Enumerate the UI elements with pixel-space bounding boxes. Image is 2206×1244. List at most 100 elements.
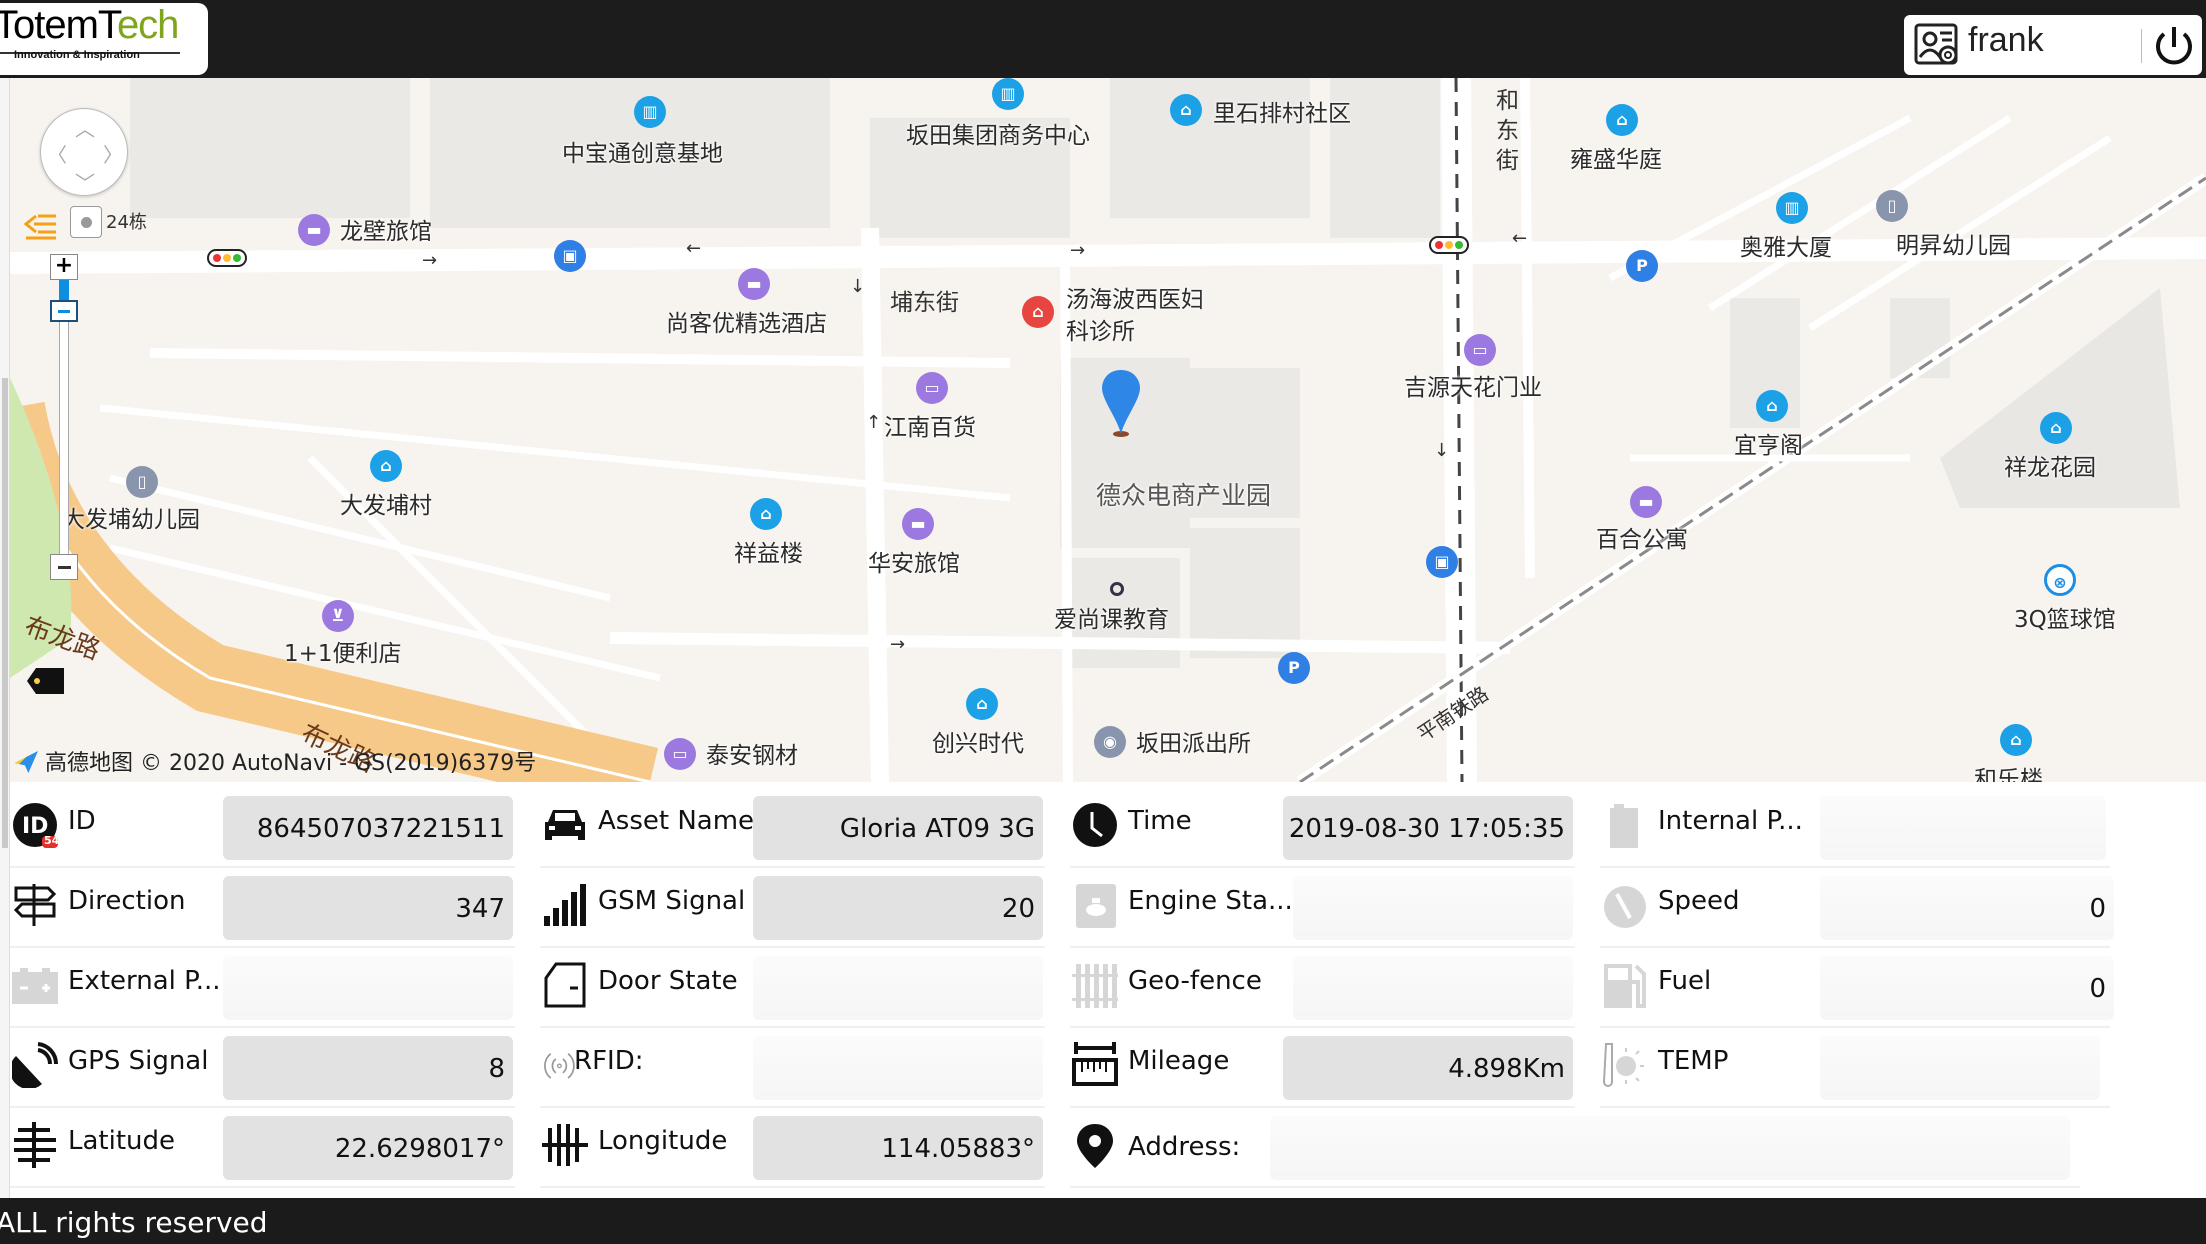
poi-label[interactable]: 百合公寓: [1596, 520, 1688, 554]
shopping-icon[interactable]: ▭: [916, 372, 948, 404]
poi-label[interactable]: 1+1便利店: [284, 634, 402, 668]
field-label: TEMP: [1658, 1046, 1729, 1076]
hotel-icon[interactable]: ▬: [298, 214, 330, 246]
poi-label[interactable]: 祥益楼: [734, 534, 803, 568]
pan-down-icon[interactable]: ﹀: [75, 167, 95, 196]
dot-icon[interactable]: [1110, 582, 1124, 596]
road-label: 和东街: [1496, 88, 1519, 174]
poi-label[interactable]: 宜亨阁: [1734, 426, 1803, 460]
police-icon[interactable]: ◉: [1094, 726, 1126, 758]
hotel-icon[interactable]: ▬: [1630, 486, 1662, 518]
poi-label[interactable]: 汤海波西医妇科诊所: [1066, 284, 1216, 348]
field-row-geo-fence: Geo-fence: [1070, 948, 1575, 1028]
username[interactable]: frank: [1968, 21, 2044, 60]
pan-up-icon[interactable]: ︿: [75, 113, 95, 142]
parking-icon[interactable]: P: [1626, 250, 1658, 282]
id-badge: 54: [44, 834, 60, 847]
power-icon[interactable]: [2149, 21, 2199, 71]
pan-control[interactable]: ︿ ﹀ 〈 〉: [40, 108, 128, 196]
bus-stop-icon[interactable]: ▣: [1426, 546, 1458, 578]
residential-icon[interactable]: ⌂: [1170, 94, 1202, 126]
scrollbar-thumb[interactable]: [2, 378, 8, 848]
poi-label[interactable]: 江南百货: [884, 408, 976, 442]
zoom-slider-handle[interactable]: [50, 300, 78, 322]
residential-icon[interactable]: ⌂: [1606, 104, 1638, 136]
fence-icon: [1072, 964, 1118, 1008]
bus-stop-icon[interactable]: ▣: [554, 240, 586, 272]
kindergarten-icon[interactable]: ▯: [1876, 190, 1908, 222]
field-value-direction: 347: [223, 876, 513, 940]
field-label: Speed: [1658, 886, 1740, 916]
shop-icon[interactable]: ▭: [664, 738, 696, 770]
poi-label[interactable]: 坂田集团商务中心: [906, 116, 1090, 150]
poi-label[interactable]: 德众电商产业园: [1096, 476, 1271, 512]
logo[interactable]: TotemTech Innovation & Inspiration: [0, 3, 208, 75]
residential-icon[interactable]: ⌂: [370, 450, 402, 482]
kindergarten-icon[interactable]: ▯: [126, 466, 158, 498]
basketball-icon[interactable]: ⊗: [2044, 564, 2076, 596]
residential-icon[interactable]: ⌂: [2040, 412, 2072, 444]
pan-right-icon[interactable]: 〉: [103, 139, 123, 168]
hotel-icon[interactable]: ▬: [902, 508, 934, 540]
direction-arrow: ↓: [1434, 440, 1450, 461]
poi-label[interactable]: 创兴时代: [932, 724, 1024, 758]
poi-label[interactable]: 和乐楼: [1974, 760, 2043, 782]
poi-label[interactable]: 华安旅馆: [868, 544, 960, 578]
direction-arrow: →: [890, 634, 906, 655]
attribution-brand[interactable]: 高德地图: [45, 751, 133, 776]
hotel-icon[interactable]: ▬: [738, 268, 770, 300]
residential-icon[interactable]: ⌂: [2000, 724, 2032, 756]
poi-label[interactable]: 泰安钢材: [706, 736, 798, 770]
poi-label[interactable]: 大发埔村: [340, 486, 432, 520]
poi-label[interactable]: 吉源天花门业: [1404, 368, 1542, 402]
zoom-out-button[interactable]: [50, 554, 78, 580]
residential-icon[interactable]: ⌂: [750, 498, 782, 530]
poi-label[interactable]: 龙壁旅馆: [340, 212, 432, 246]
page-scrollbar[interactable]: [0, 78, 10, 1198]
field-value-asset-name: Gloria AT09 3G: [753, 796, 1043, 860]
poi-label[interactable]: 3Q篮球馆: [2014, 600, 2116, 634]
building-icon[interactable]: ▥: [634, 96, 666, 128]
field-row-temp: TEMP: [1600, 1028, 2110, 1108]
field-value-external-power: [223, 956, 513, 1020]
parking-icon[interactable]: P: [1278, 652, 1310, 684]
car-battery-icon: [12, 968, 58, 1004]
cart-icon[interactable]: ⊻: [322, 600, 354, 632]
poi-label[interactable]: 坂田派出所: [1136, 724, 1251, 758]
poi-label[interactable]: 雍盛华庭: [1570, 140, 1662, 174]
collapse-menu-icon[interactable]: [22, 206, 60, 242]
ruler-icon: [1072, 1042, 1118, 1086]
field-label: Mileage: [1128, 1046, 1230, 1076]
field-label: GSM Signal: [598, 886, 746, 916]
building-icon[interactable]: ▥: [1776, 192, 1808, 224]
poi-label[interactable]: 尚客优精选酒店: [666, 304, 827, 338]
poi-label[interactable]: 祥龙花园: [2004, 448, 2096, 482]
field-value-gsm-signal: 20: [753, 876, 1043, 940]
shop-icon[interactable]: ▭: [1464, 334, 1496, 366]
user-settings-icon[interactable]: [1914, 23, 1962, 67]
poi-label[interactable]: 明昇幼儿园: [1896, 226, 2011, 260]
asset-info-panel: ID 54 ID 864507037221511 Asset Name Glor…: [10, 782, 2206, 1198]
field-row-longitude: Longitude 114.05883°: [540, 1108, 1045, 1188]
field-row-asset-name: Asset Name Gloria AT09 3G: [540, 788, 1045, 868]
clinic-icon[interactable]: ⌂: [1022, 296, 1054, 328]
poi-label[interactable]: 中宝通创意基地: [562, 134, 723, 168]
speedometer-icon: [1604, 886, 1646, 928]
poi-label[interactable]: 爱尚课教育: [1054, 600, 1169, 634]
residential-icon[interactable]: ⌂: [966, 688, 998, 720]
building-icon[interactable]: ▥: [992, 78, 1024, 110]
field-label: External P...: [68, 966, 221, 996]
poi-label[interactable]: 大发埔幼儿园: [62, 500, 200, 534]
vehicle-location-marker[interactable]: [1100, 368, 1142, 438]
zoom-in-button[interactable]: +: [50, 254, 78, 280]
direction-arrow: →: [1070, 240, 1086, 261]
field-label: Engine Sta...: [1128, 886, 1293, 916]
amap-logo-icon: [14, 751, 38, 773]
map[interactable]: 布龙路 布龙路 埔东街 和东街 平南铁路 → ← → ← ↓ ↓ ↑ → ▥ 中…: [10, 78, 2206, 782]
poi-label[interactable]: 里石排村社区: [1213, 94, 1351, 128]
pan-left-icon[interactable]: 〈: [47, 139, 67, 168]
tag-icon[interactable]: [26, 666, 66, 696]
residential-icon[interactable]: ⌂: [1756, 390, 1788, 422]
poi-label[interactable]: 奥雅大厦: [1740, 228, 1832, 262]
floor-selector-button[interactable]: [70, 206, 102, 238]
